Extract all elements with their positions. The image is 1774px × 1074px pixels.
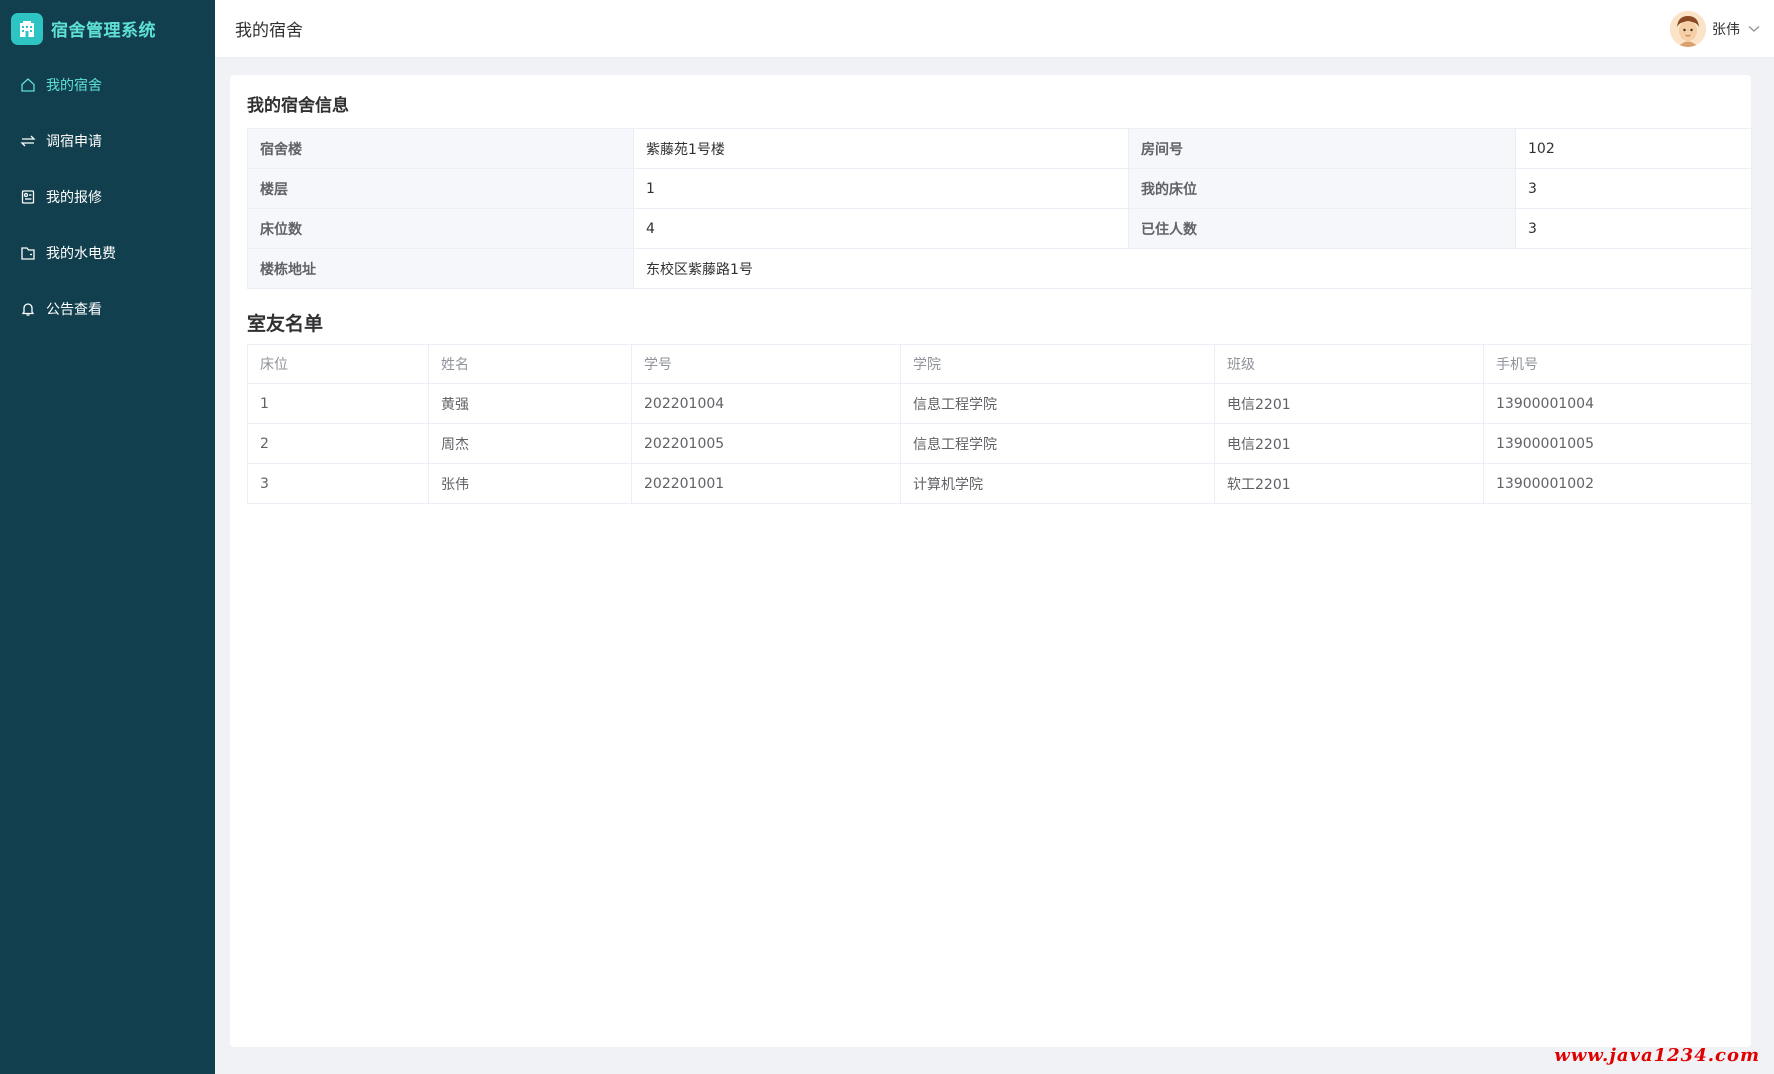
brand[interactable]: 宿舍管理系统 (0, 0, 215, 57)
switch-icon (20, 133, 36, 149)
info-label: 楼栋地址 (247, 248, 634, 289)
table-cell: 13900001005 (1483, 423, 1752, 464)
info-value: 东校区紫藤路1号 (633, 248, 1752, 289)
info-label: 楼层 (247, 168, 634, 209)
column-header: 学号 (631, 344, 901, 384)
info-value: 3 (1515, 168, 1752, 209)
wallet-icon (20, 245, 36, 261)
table-cell: 黄强 (428, 383, 632, 424)
info-value: 4 (633, 208, 1129, 249)
info-value: 紫藤苑1号楼 (633, 128, 1129, 169)
info-label: 宿舍楼 (247, 128, 634, 169)
column-header: 班级 (1214, 344, 1484, 384)
page-title: 我的宿舍 (235, 21, 303, 41)
info-label: 我的床位 (1128, 168, 1516, 209)
sidebar-item-my-dorm[interactable]: 我的宿舍 (0, 57, 215, 113)
main-card: 我的宿舍信息 宿舍楼 紫藤苑1号楼 房间号 102 楼层 1 我的床位 3 床位… (230, 75, 1752, 1047)
sidebar-item-label: 我的宿舍 (46, 78, 102, 94)
sidebar-item-my-repair[interactable]: 我的报修 (0, 169, 215, 225)
info-value: 3 (1515, 208, 1752, 249)
roommates-table: 床位 姓名 学号 学院 班级 手机号 1 黄强 202201004 信息工程学院… (247, 344, 1752, 504)
user-name: 张伟 (1712, 21, 1740, 38)
table-row: 床位数 4 已住人数 3 (247, 208, 1752, 249)
column-header: 手机号 (1483, 344, 1752, 384)
table-row: 1 黄强 202201004 信息工程学院 电信2201 13900001004 (247, 383, 1752, 424)
column-header: 学院 (900, 344, 1215, 384)
table-cell: 信息工程学院 (900, 383, 1215, 424)
dorm-info-table: 宿舍楼 紫藤苑1号楼 房间号 102 楼层 1 我的床位 3 床位数 4 已住人… (247, 128, 1752, 289)
table-cell: 3 (247, 463, 429, 504)
table-cell: 13900001002 (1483, 463, 1752, 504)
app-title: 宿舍管理系统 (51, 21, 156, 41)
table-cell: 电信2201 (1214, 383, 1484, 424)
dorm-info-title: 我的宿舍信息 (247, 96, 349, 116)
table-cell: 信息工程学院 (900, 423, 1215, 464)
info-label: 已住人数 (1128, 208, 1516, 249)
table-cell: 张伟 (428, 463, 632, 504)
table-cell: 周杰 (428, 423, 632, 464)
sidebar-item-announcements[interactable]: 公告查看 (0, 281, 215, 337)
table-row: 宿舍楼 紫藤苑1号楼 房间号 102 (247, 128, 1752, 169)
bell-icon (20, 301, 36, 317)
roommates-title: 室友名单 (247, 313, 324, 335)
sidebar-item-label: 公告查看 (46, 302, 102, 318)
table-header-row: 床位 姓名 学号 学院 班级 手机号 (247, 344, 1752, 384)
avatar[interactable] (1670, 10, 1706, 47)
sidebar-item-label: 调宿申请 (46, 134, 102, 150)
top-header: 我的宿舍 张伟 (215, 0, 1774, 58)
table-cell: 202201004 (631, 383, 901, 424)
watermark: www.java1234.com (1554, 1045, 1760, 1066)
table-cell: 202201005 (631, 423, 901, 464)
repair-icon (20, 189, 36, 205)
table-cell: 1 (247, 383, 429, 424)
sidebar-item-utility-fees[interactable]: 我的水电费 (0, 225, 215, 281)
table-row: 楼栋地址 东校区紫藤路1号 (247, 248, 1752, 289)
info-value: 1 (633, 168, 1129, 209)
sidebar-menu: 我的宿舍 调宿申请 我的报修 我的水电费 公告查看 (0, 57, 215, 337)
home-icon (20, 77, 36, 93)
table-cell: 202201001 (631, 463, 901, 504)
sidebar: 宿舍管理系统 我的宿舍 调宿申请 我的报修 我的水电费 公告查看 (0, 0, 215, 1074)
info-label: 房间号 (1128, 128, 1516, 169)
table-cell: 软工2201 (1214, 463, 1484, 504)
sidebar-item-label: 我的报修 (46, 190, 102, 206)
column-header: 床位 (247, 344, 429, 384)
info-value: 102 (1515, 128, 1752, 169)
table-row: 3 张伟 202201001 计算机学院 软工2201 13900001002 (247, 463, 1752, 504)
sidebar-item-label: 我的水电费 (46, 246, 116, 262)
table-cell: 13900001004 (1483, 383, 1752, 424)
table-row: 楼层 1 我的床位 3 (247, 168, 1752, 209)
column-header: 姓名 (428, 344, 632, 384)
info-label: 床位数 (247, 208, 634, 249)
table-cell: 2 (247, 423, 429, 464)
table-row: 2 周杰 202201005 信息工程学院 电信2201 13900001005 (247, 423, 1752, 464)
chevron-down-icon[interactable] (1748, 25, 1760, 33)
sidebar-item-transfer-request[interactable]: 调宿申请 (0, 113, 215, 169)
user-menu[interactable]: 张伟 (1670, 10, 1760, 47)
table-cell: 电信2201 (1214, 423, 1484, 464)
table-cell: 计算机学院 (900, 463, 1215, 504)
building-icon (11, 12, 43, 45)
